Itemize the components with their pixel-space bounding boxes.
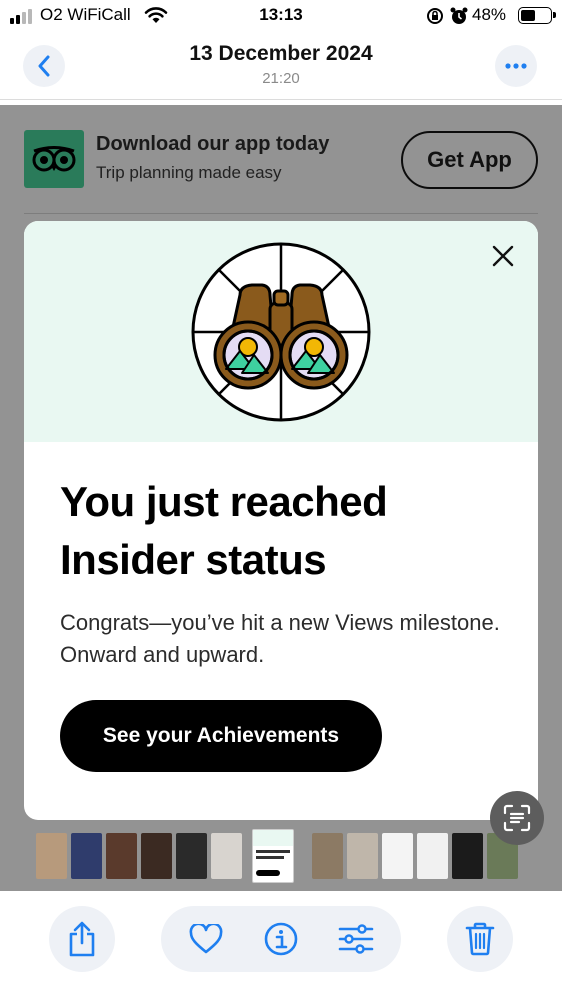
heart-icon [189, 924, 223, 954]
thumbnail[interactable] [71, 833, 102, 879]
owl-logo-icon [24, 130, 84, 188]
get-app-button: Get App [401, 131, 538, 189]
see-achievements-button: See your Achievements [60, 700, 382, 772]
photo-header: 13 December 2024 21:20 [0, 34, 562, 104]
thumbnail[interactable] [141, 833, 172, 879]
photo-viewer[interactable]: Download our app today Trip planning mad… [0, 105, 562, 891]
photo-date: 13 December 2024 [189, 42, 373, 65]
modal-body: Congrats—you’ve hit a new Views mileston… [60, 610, 500, 667]
trash-icon [465, 922, 495, 956]
modal-hero [24, 221, 538, 442]
banner-divider [24, 213, 538, 214]
banner-title: Download our app today [96, 133, 330, 155]
photo-actions-group [161, 906, 401, 972]
bottom-toolbar [0, 891, 562, 1000]
thumbnail[interactable] [417, 833, 448, 879]
binoculars-badge-icon [191, 242, 371, 422]
thumbnail[interactable] [382, 833, 413, 879]
thumbnail[interactable] [211, 833, 242, 879]
live-text-button[interactable] [490, 791, 544, 845]
status-bar: O2 WiFiCall 13:13 48% [0, 0, 562, 34]
more-icon [505, 63, 527, 69]
achievement-modal: You just reached Insider status Congrats… [24, 221, 538, 820]
banner-subtitle: Trip planning made easy [96, 163, 282, 182]
adjust-icon [338, 924, 374, 954]
app-banner: Download our app today Trip planning mad… [0, 105, 562, 215]
header-divider [0, 99, 562, 100]
thumbnail[interactable] [312, 833, 343, 879]
thumbnail[interactable] [36, 833, 67, 879]
thumbnail-strip[interactable] [0, 829, 562, 883]
delete-button[interactable] [447, 906, 513, 972]
info-button[interactable] [261, 919, 301, 959]
battery-percent: 48% [472, 5, 507, 24]
live-text-icon [503, 804, 531, 832]
favourite-button[interactable] [186, 919, 226, 959]
alarm-icon [450, 7, 468, 24]
thumbnail[interactable] [347, 833, 378, 879]
info-icon [264, 922, 298, 956]
adjust-button[interactable] [336, 919, 376, 959]
battery-icon [518, 7, 556, 24]
modal-title: You just reached Insider status [60, 478, 388, 583]
orientation-lock-icon [427, 8, 443, 24]
thumbnail-current[interactable] [252, 829, 294, 883]
thumbnail[interactable] [452, 833, 483, 879]
more-button[interactable] [495, 45, 537, 87]
thumbnail[interactable] [176, 833, 207, 879]
photo-time: 21:20 [262, 70, 300, 87]
share-icon [69, 921, 95, 957]
thumbnail[interactable] [106, 833, 137, 879]
share-button[interactable] [49, 906, 115, 972]
close-icon [492, 245, 514, 267]
